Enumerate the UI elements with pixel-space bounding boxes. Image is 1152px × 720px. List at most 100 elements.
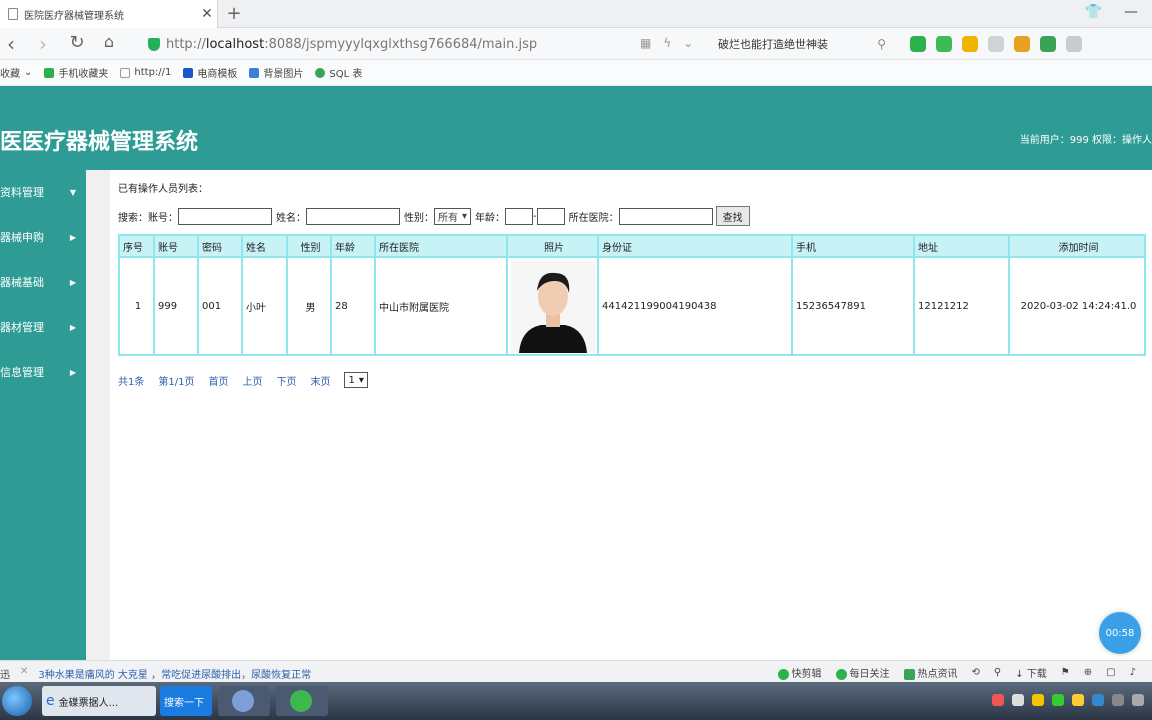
cell-address: 12121212 — [913, 256, 1010, 356]
page-icon — [120, 67, 131, 78]
sidebar-item-info[interactable]: 信息管理 ▶ — [0, 362, 86, 382]
tray-icon[interactable] — [1052, 694, 1064, 706]
browser-tab[interactable]: 医院医疗器械管理系统 ✕ — [0, 0, 218, 28]
tray-icon[interactable] — [1012, 694, 1024, 706]
status-text: 迅 — [0, 670, 10, 681]
next-page-link[interactable]: 下页 — [276, 373, 296, 388]
new-tab-icon[interactable]: + — [224, 3, 244, 24]
col-header: 手机 — [791, 234, 915, 258]
lightning-icon[interactable]: ϟ — [663, 36, 671, 50]
window-icon[interactable]: ▢ — [1106, 667, 1115, 678]
status-right: 快剪辑 每日关注 热点资讯 ⟲ ⚲ ↓ 下载 ⚑ ⊕ ▢ ♪ — [777, 665, 1136, 680]
cloud-icon[interactable] — [1066, 36, 1082, 52]
browser-search-field[interactable]: 破烂也能打造绝世神装 ⚲ — [706, 32, 892, 56]
cell-password: 001 — [197, 256, 243, 356]
bookmark-item[interactable]: 背景图片 — [249, 65, 303, 80]
network-icon[interactable] — [1112, 694, 1124, 706]
search-button[interactable]: 查找 — [715, 206, 750, 226]
ie-icon: e — [46, 693, 55, 709]
age-max-input[interactable] — [536, 207, 565, 225]
taskbar-search-button[interactable]: 搜索一下 — [160, 686, 212, 716]
home-icon[interactable]: ⌂ — [98, 32, 120, 51]
close-tab-icon[interactable]: ✕ — [197, 6, 217, 22]
forward-icon[interactable]: › — [32, 32, 54, 56]
apps-icon[interactable] — [1014, 36, 1030, 52]
sound-icon[interactable]: ♪ — [1130, 667, 1136, 678]
tray-icon[interactable] — [1032, 694, 1044, 706]
col-header: 添加时间 — [1008, 234, 1146, 258]
app-title: 医医疗器械管理系统 — [0, 129, 199, 155]
bookmark-item[interactable]: http://1 — [120, 67, 171, 78]
name-input[interactable] — [306, 207, 400, 225]
battery-icon[interactable] — [1040, 36, 1056, 52]
search-icon[interactable]: ⚲ — [877, 37, 886, 51]
prev-page-link[interactable]: 上页 — [242, 373, 262, 388]
back-icon[interactable]: ‹ — [0, 32, 22, 56]
name-label: 姓名： — [276, 212, 306, 224]
url-field[interactable]: http://localhost:8088/jspmyyylqxglxthsg7… — [148, 32, 704, 56]
bookmark-item[interactable]: 手机收藏夹 — [44, 65, 108, 80]
page-select[interactable]: 1 ▾ — [344, 372, 368, 388]
tray-icon[interactable] — [1072, 694, 1084, 706]
pagination: 共1条 第1/1页 首页 上页 下页 末页 1 ▾ — [118, 372, 368, 388]
recording-timer[interactable]: 00:58 — [1099, 612, 1141, 654]
browser-statusbar: 迅 ✕ 3种水果是痛风的 大克星 ，常吃促进尿酸排出，尿酸恢复正常 快剪辑 每日… — [0, 660, 1152, 682]
reload-icon[interactable]: ↻ — [66, 32, 88, 53]
shield-icon[interactable] — [1092, 694, 1104, 706]
zoom-icon[interactable]: ⊕ — [1084, 667, 1092, 678]
cell-name: 小叶 — [241, 256, 288, 356]
history-icon[interactable]: ⟲ — [972, 667, 980, 678]
col-header: 序号 — [118, 234, 155, 258]
grid-icon[interactable]: ▦ — [640, 36, 651, 50]
close-icon[interactable]: ✕ — [20, 666, 28, 681]
taskbar-item-browser[interactable] — [276, 686, 328, 716]
tray-icon[interactable] — [992, 694, 1004, 706]
sidebar-item-data-management[interactable]: 资料管理 ▼ — [0, 182, 86, 202]
bookmark-item[interactable]: SQL 表 — [315, 65, 362, 80]
bookmark-item[interactable]: 电商模板 — [183, 65, 237, 80]
scissors-icon[interactable] — [910, 36, 926, 52]
volume-icon[interactable] — [1132, 694, 1144, 706]
play-icon — [777, 668, 789, 680]
search-form: 搜索： 账号： 姓名： 性别： 所有 ▾ 年龄： - 所在医院： 查找 — [118, 206, 750, 226]
last-page-link[interactable]: 末页 — [310, 373, 330, 388]
sidebar-item-equipment[interactable]: 器材管理 ▶ — [0, 317, 86, 337]
sidebar-item-purchase[interactable]: 器械申购 ▶ — [0, 227, 86, 247]
skin-icon[interactable]: 👕 — [1085, 4, 1102, 20]
bookmarks-bar: 收藏 ⌄ 手机收藏夹 http://1 电商模板 背景图片 SQL 表 — [0, 60, 1152, 86]
sidebar-item-basics[interactable]: 器械基础 ▶ — [0, 272, 86, 292]
window-controls: 👕 — — [1085, 4, 1138, 20]
pin-icon[interactable]: ⚲ — [994, 667, 1001, 678]
quick-edit-button[interactable]: 快剪辑 — [777, 665, 822, 680]
start-button[interactable] — [2, 686, 32, 716]
search-suggestion: 破烂也能打造绝世神装 — [718, 38, 828, 51]
news-ticker[interactable]: 3种水果是痛风的 大克星 ，常吃促进尿酸排出，尿酸恢复正常 — [38, 666, 311, 681]
col-header: 密码 — [197, 234, 243, 258]
taskbar-item-ie[interactable]: e 金碟票据人... — [42, 686, 156, 716]
col-header: 账号 — [153, 234, 199, 258]
hot-news-button[interactable]: 热点资讯 — [903, 665, 958, 680]
operators-table: 序号 账号 密码 姓名 性别 年龄 所在医院 照片 身份证 手机 地址 添加时间… — [118, 234, 1146, 356]
flag-icon[interactable]: ⚑ — [1061, 667, 1070, 678]
hospital-input[interactable] — [618, 207, 713, 225]
cell-id-card: 441421199004190438 — [597, 256, 793, 356]
emoji-icon[interactable] — [962, 36, 978, 52]
bookmark-item[interactable]: 收藏 ⌄ — [0, 65, 32, 80]
translate-icon[interactable] — [988, 36, 1004, 52]
minimize-icon[interactable]: — — [1124, 4, 1138, 20]
age-min-input[interactable] — [505, 207, 534, 225]
chevron-down-icon[interactable]: ⌄ — [683, 36, 693, 50]
chevron-down-icon: ▼ — [69, 187, 76, 197]
download-button[interactable]: ↓ 下载 — [1015, 665, 1047, 680]
extension-green-icon[interactable] — [936, 36, 952, 52]
first-page-link[interactable]: 首页 — [208, 373, 228, 388]
taskbar-item-app[interactable] — [218, 686, 270, 716]
cell-photo — [506, 256, 599, 356]
current-user-info: 当前用户：999 权限：操作人 — [1019, 135, 1152, 146]
account-input[interactable] — [178, 207, 272, 225]
cell-added-time: 2020-03-02 14:24:41.0 — [1008, 256, 1146, 356]
daily-focus-button[interactable]: 每日关注 — [835, 665, 890, 680]
age-label: 年龄： — [475, 212, 506, 224]
list-title: 已有操作人员列表： — [118, 184, 208, 195]
gender-select[interactable]: 所有 ▾ — [434, 207, 472, 225]
